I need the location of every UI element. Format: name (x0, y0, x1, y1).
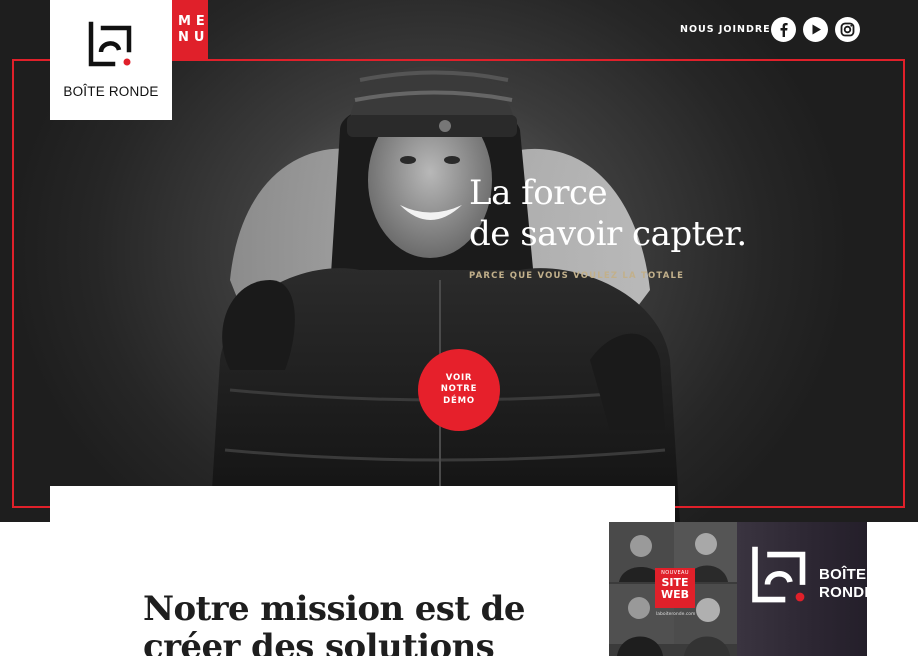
video-url-text: laboiteronde.com (656, 612, 696, 617)
facebook-icon[interactable] (771, 17, 796, 42)
video-brand-line2: RONDE (819, 584, 867, 601)
video-brand-line1: BOÎTE (819, 566, 867, 583)
hero-frame (12, 59, 905, 508)
hero-headline-line1: La force (469, 173, 608, 213)
boite-ronde-logo-icon (88, 21, 132, 67)
badge-line2: WEB (660, 588, 690, 601)
demo-button[interactable]: VOIR NOTRE DÉMO (418, 349, 500, 431)
brand-logo[interactable]: BOÎTE RONDE (50, 0, 172, 120)
menu-label-line1: ME (178, 13, 210, 29)
hero-headline: La force de savoir capter. (469, 173, 747, 255)
hero-headline-line2: de savoir capter. (469, 214, 747, 254)
video-brand-name: BOÎTE RONDE (819, 566, 867, 602)
demo-button-label: VOIR NOTRE DÉMO (440, 372, 478, 406)
contact-link[interactable]: NOUS JOINDRE (680, 24, 771, 35)
instagram-icon[interactable] (835, 17, 860, 42)
new-website-badge: NOUVEAU SITE WEB (655, 568, 695, 608)
youtube-icon[interactable] (803, 17, 828, 42)
mission-heading: Notre mission est de créer des solutions (143, 589, 525, 656)
menu-button[interactable]: ME NU (172, 0, 208, 59)
hero-subline: PARCE QUE VOUS VOULEZ LA TOTALE (469, 271, 685, 281)
side-strip (867, 522, 918, 656)
menu-label-line2: NU (178, 29, 210, 45)
boite-ronde-logo-icon (752, 546, 806, 603)
brand-name: BOÎTE RONDE (63, 84, 159, 99)
promo-video-thumbnail[interactable]: BOÎTE RONDE NOUVEAU SITE WEB laboiterond… (609, 522, 867, 656)
